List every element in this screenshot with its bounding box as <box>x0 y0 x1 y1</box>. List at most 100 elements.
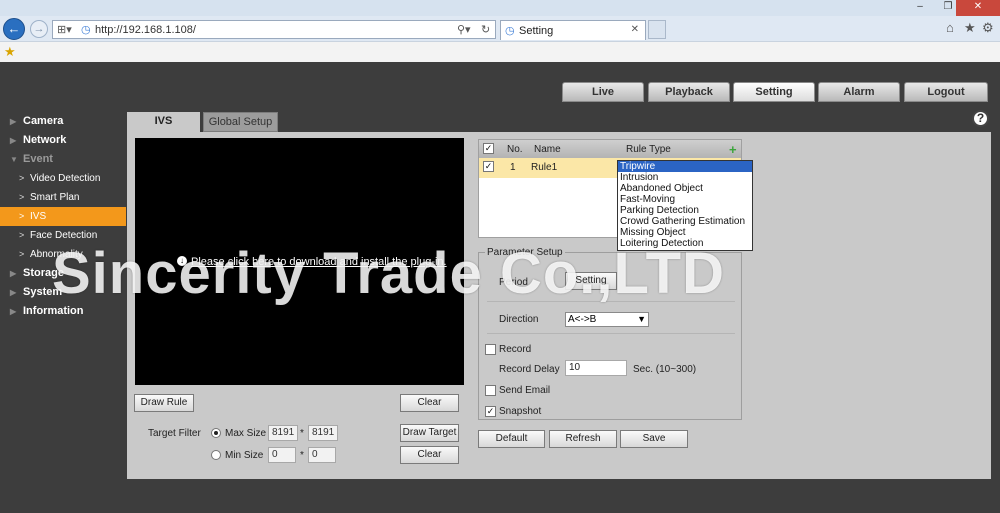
close-icon[interactable]: ✕ <box>956 0 1000 16</box>
sidebar-item-label: IVS <box>30 211 47 222</box>
chevron-right-icon: > <box>19 249 25 259</box>
max-size-label: Max Size <box>225 428 267 439</box>
favorites-star-icon[interactable]: ★ <box>964 20 976 36</box>
sidebar-item-ivs[interactable]: > IVS <box>0 207 126 226</box>
tab-alarm[interactable]: Alarm <box>818 82 900 102</box>
watermark: Sincerity Trade Co.,LTD <box>52 241 725 306</box>
rule-table-header: ✓ No. Name Rule Type + <box>479 140 741 158</box>
gear-icon[interactable]: ⚙ <box>982 20 994 36</box>
rule-type-option[interactable]: Abandoned Object <box>618 183 752 194</box>
clear-rule-button[interactable]: Clear <box>400 394 459 412</box>
record-delay-input[interactable]: 10 <box>565 360 627 376</box>
default-button[interactable]: Default <box>478 430 545 448</box>
snapshot-label: Snapshot <box>499 406 542 417</box>
clear-target-button[interactable]: Clear <box>400 446 459 464</box>
tab-logout[interactable]: Logout <box>904 82 988 102</box>
direction-value: A<->B <box>568 314 597 325</box>
search-icon[interactable]: ⚲▾ <box>457 23 471 36</box>
times-sign: * <box>300 450 304 461</box>
col-name: Name <box>534 144 561 155</box>
forward-arrow-icon[interactable]: → <box>30 20 48 38</box>
times-sign: * <box>300 428 304 439</box>
ie-page-icon: ◷ <box>81 24 91 36</box>
home-icon[interactable]: ⌂ <box>946 20 954 35</box>
snapshot-checkbox[interactable]: ✓ <box>485 406 496 417</box>
min-size-label: Min Size <box>225 450 264 461</box>
address-bar[interactable]: ⊞▾ ◷ http://192.168.1.108/ ⚲▾ ↻ <box>52 20 496 39</box>
rule-type-dropdown[interactable]: Tripwire Intrusion Abandoned Object Fast… <box>617 160 753 251</box>
compat-icon[interactable]: ⊞▾ <box>57 23 72 36</box>
collapsed-arrow-icon: ▶ <box>10 136 17 145</box>
add-favorite-icon[interactable]: ★ <box>4 44 16 60</box>
collapsed-arrow-icon: ▶ <box>10 117 17 126</box>
col-no: No. <box>507 144 523 155</box>
rule-type-option[interactable]: Missing Object <box>618 227 752 238</box>
tab-ivs[interactable]: IVS <box>127 112 200 132</box>
sidebar-item-label: Network <box>23 134 67 146</box>
collapsed-arrow-icon: ▶ <box>10 269 17 278</box>
sidebar-item-label: Smart Plan <box>30 192 80 203</box>
save-button[interactable]: Save <box>620 430 688 448</box>
max-size-radio[interactable] <box>211 428 221 438</box>
sidebar-item-label: Camera <box>23 115 64 127</box>
chevron-right-icon: > <box>19 173 25 183</box>
rule-type-option[interactable]: Intrusion <box>618 172 752 183</box>
sidebar-item-label: Video Detection <box>30 173 101 184</box>
record-label: Record <box>499 344 532 355</box>
min-width-input[interactable]: 0 <box>268 447 296 463</box>
back-arrow-icon[interactable]: ← <box>3 18 25 40</box>
min-height-input[interactable]: 0 <box>308 447 336 463</box>
draw-target-button[interactable]: Draw Target <box>400 424 459 442</box>
target-filter-label: Target Filter <box>148 428 201 439</box>
chevron-right-icon: > <box>19 230 25 240</box>
collapsed-arrow-icon: ▶ <box>10 307 17 316</box>
sidebar-item-camera[interactable]: ▶ Camera <box>0 112 126 131</box>
add-rule-icon[interactable]: + <box>729 142 737 157</box>
chevron-right-icon: > <box>19 211 25 221</box>
expanded-arrow-icon: ▼ <box>10 155 18 164</box>
rule-type-option[interactable]: Crowd Gathering Estimation <box>618 216 752 227</box>
send-email-label: Send Email <box>499 385 551 396</box>
minimize-icon[interactable]: – <box>906 0 934 16</box>
rule-type-option[interactable]: Tripwire <box>618 161 752 172</box>
sidebar-item-smart-plan[interactable]: > Smart Plan <box>0 188 126 207</box>
refresh-icon[interactable]: ↻ <box>481 23 490 36</box>
sidebar-item-network[interactable]: ▶ Network <box>0 131 126 150</box>
favorites-bar: ★ <box>0 41 1000 62</box>
tab-close-icon[interactable]: ✕ <box>631 24 639 35</box>
tab-playback[interactable]: Playback <box>648 82 730 102</box>
min-size-radio[interactable] <box>211 450 221 460</box>
sidebar-item-video-detection[interactable]: > Video Detection <box>0 169 126 188</box>
col-rule-type: Rule Type <box>626 144 671 155</box>
window-titlebar: – ❐ ✕ <box>0 0 1000 16</box>
draw-rule-button[interactable]: Draw Rule <box>134 394 194 412</box>
tab-setting[interactable]: Setting <box>733 82 815 102</box>
new-tab-button[interactable] <box>648 20 666 39</box>
refresh-button[interactable]: Refresh <box>549 430 617 448</box>
tab-live[interactable]: Live <box>562 82 644 102</box>
rule-type-option[interactable]: Parking Detection <box>618 205 752 216</box>
max-width-input[interactable]: 8191 <box>268 425 298 441</box>
chevron-right-icon: > <box>19 192 25 202</box>
send-email-checkbox[interactable] <box>485 385 496 396</box>
divider <box>487 333 735 334</box>
record-delay-unit: Sec. (10~300) <box>633 364 697 375</box>
row-checkbox[interactable]: ✓ <box>483 161 494 172</box>
url-text[interactable]: http://192.168.1.108/ <box>95 24 196 36</box>
direction-label: Direction <box>499 314 539 325</box>
direction-select[interactable]: A<->B ▼ <box>565 312 649 327</box>
sidebar-item-event[interactable]: ▼ Event <box>0 150 126 169</box>
tab-global-setup[interactable]: Global Setup <box>203 112 278 132</box>
select-all-checkbox[interactable]: ✓ <box>483 143 494 154</box>
collapsed-arrow-icon: ▶ <box>10 288 17 297</box>
browser-tab[interactable]: ◷ Setting ✕ <box>500 20 646 40</box>
help-icon[interactable]: ? <box>972 110 989 127</box>
sidebar-item-label: Event <box>23 153 53 165</box>
record-checkbox[interactable] <box>485 344 496 355</box>
record-delay-label: Record Delay <box>499 364 560 375</box>
rule-type-option[interactable]: Fast-Moving <box>618 194 752 205</box>
chevron-down-icon: ▼ <box>637 314 646 324</box>
ie-tab-icon: ◷ <box>505 25 515 37</box>
rule-name[interactable]: Rule1 <box>531 162 557 173</box>
max-height-input[interactable]: 8191 <box>308 425 338 441</box>
